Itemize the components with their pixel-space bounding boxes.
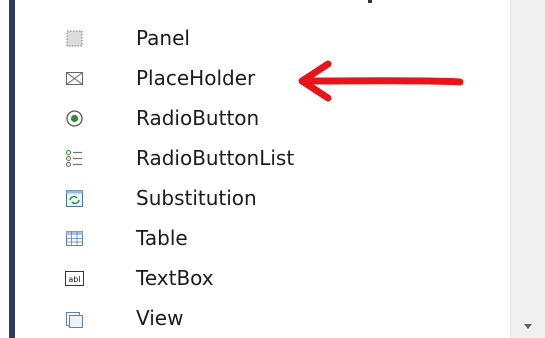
toolbox-item-label: PlaceHolder [136, 66, 256, 90]
toolbox-item-label: View [136, 306, 184, 330]
toolbox-item-label: Substitution [136, 186, 257, 210]
placeholder-icon [66, 72, 83, 85]
substitution-icon [66, 190, 83, 207]
toolbox-item-radiobuttonlist[interactable]: RadioButtonList [60, 138, 500, 178]
toolbox-item-label: RadioButton [136, 106, 260, 130]
toolbox-item-label: Table [136, 226, 188, 250]
toolbox-item-label: TextBox [136, 266, 214, 290]
textbox-icon-text: abl [68, 275, 80, 284]
toolbox-item-list: Panel PlaceHolder RadioButton RadioButto… [0, 0, 510, 338]
toolbox-item-panel[interactable]: Panel [60, 18, 500, 58]
toolbox-item-label: RadioButtonList [136, 146, 295, 170]
radio-button-list-icon [66, 150, 82, 167]
toolbox-item-textbox[interactable]: abl TextBox [60, 258, 500, 298]
radio-button-icon [66, 110, 83, 127]
panel-icon [66, 30, 83, 47]
view-icon [66, 312, 83, 328]
toolbox-item-view[interactable]: View [60, 298, 500, 338]
toolbox-item-table[interactable]: Table [60, 218, 500, 258]
toolbox-item-substitution[interactable]: Substitution [60, 178, 500, 218]
red-arrow-annotation [298, 60, 464, 102]
toolbox-item-label: Panel [136, 26, 190, 50]
vertical-scrollbar[interactable] [510, 0, 545, 338]
scroll-down-arrow-icon[interactable] [524, 324, 532, 329]
textbox-icon: abl [65, 271, 84, 286]
table-icon [66, 231, 83, 246]
toolbox-panel: Panel PlaceHolder RadioButton RadioButto… [0, 0, 545, 338]
